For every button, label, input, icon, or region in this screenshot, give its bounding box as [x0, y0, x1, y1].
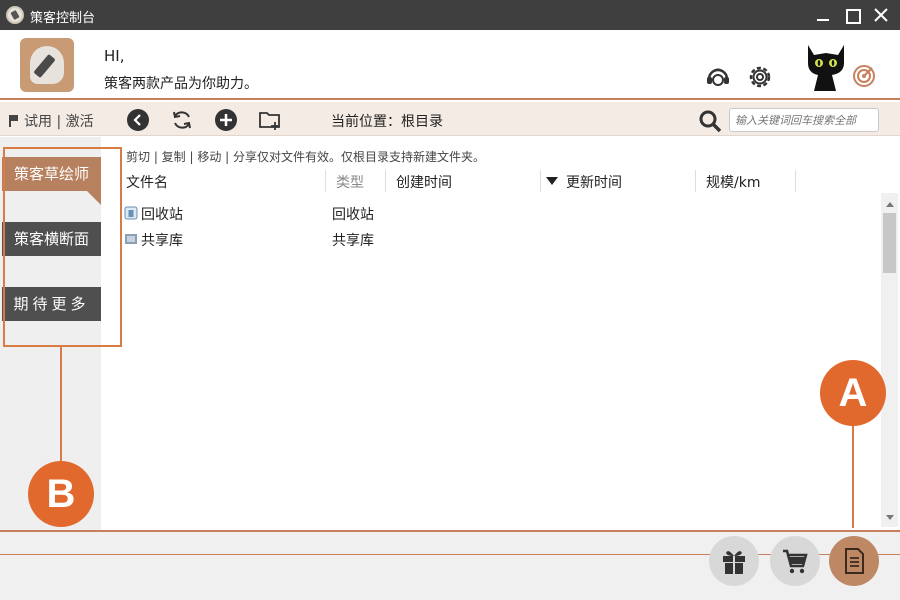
sort-desc-icon	[546, 177, 558, 185]
operation-hint: 剪切 | 复制 | 移动 | 分享仅对文件有效。仅根目录支持新建文件夹。	[126, 150, 486, 164]
back-icon[interactable]	[126, 108, 150, 132]
document-icon	[845, 548, 864, 574]
minimize-button[interactable]	[811, 3, 835, 27]
column-divider[interactable]	[325, 170, 326, 192]
callout-badge-a: A	[820, 360, 886, 426]
toolbar: 试用 | 激活 当前位置：根目录	[0, 102, 900, 136]
current-location: 当前位置：根目录	[331, 114, 443, 130]
file-type: 共享库	[332, 233, 374, 249]
product-avatar	[20, 38, 74, 92]
app-logo-icon	[6, 6, 24, 24]
column-header-created[interactable]: 创建时间	[396, 172, 452, 192]
column-header-name[interactable]: 文件名	[126, 172, 168, 192]
column-divider[interactable]	[795, 170, 796, 192]
search-icon[interactable]	[698, 109, 722, 133]
greeting-subtitle: 策客两款产品为你助力。	[104, 76, 258, 92]
close-button[interactable]	[869, 3, 893, 27]
scroll-thumb[interactable]	[883, 213, 896, 273]
maximize-button[interactable]	[840, 3, 864, 27]
column-header-type[interactable]: 类型	[336, 172, 364, 192]
refresh-icon[interactable]	[170, 108, 194, 132]
file-name: 回收站	[141, 207, 183, 223]
greeting-title: HI,	[104, 47, 125, 65]
column-divider[interactable]	[540, 170, 541, 192]
document-button[interactable]	[829, 536, 879, 586]
window-title: 策客控制台	[30, 11, 96, 26]
scroll-up-icon[interactable]	[886, 202, 894, 207]
shared-library-icon	[125, 234, 137, 244]
sidebar-highlight-frame	[3, 147, 122, 347]
black-cat-mascot-icon	[808, 45, 844, 91]
gift-button[interactable]	[709, 536, 759, 586]
cart-icon	[783, 549, 808, 574]
file-type: 回收站	[332, 207, 374, 223]
file-list-panel	[101, 137, 900, 530]
column-header-updated[interactable]: 更新时间	[546, 172, 622, 192]
table-row[interactable]: 回收站 回收站	[124, 202, 864, 224]
flag-icon	[8, 115, 19, 127]
gift-icon	[723, 551, 745, 574]
callout-badge-b: B	[28, 461, 94, 527]
customer-support-icon[interactable]	[704, 63, 732, 91]
column-divider[interactable]	[385, 170, 386, 192]
recycle-bin-icon	[124, 206, 138, 220]
gear-icon[interactable]	[746, 63, 774, 91]
title-bar: 策客控制台	[0, 0, 900, 30]
add-icon[interactable]	[214, 108, 238, 132]
column-divider[interactable]	[695, 170, 696, 192]
search-input[interactable]	[729, 108, 879, 132]
footer-divider	[0, 554, 900, 555]
callout-line-a	[852, 424, 854, 528]
column-header-size[interactable]: 规模/km	[706, 172, 760, 192]
trial-activate-link[interactable]: 试用 | 激活	[8, 111, 94, 131]
vertical-scrollbar[interactable]	[881, 193, 898, 527]
file-name: 共享库	[141, 233, 183, 249]
callout-line-b	[60, 347, 62, 467]
table-row[interactable]: 共享库 共享库	[124, 228, 864, 250]
scroll-down-icon[interactable]	[886, 515, 894, 520]
shopping-cart-button[interactable]	[770, 536, 820, 586]
new-folder-icon[interactable]	[258, 108, 282, 132]
target-icon[interactable]	[852, 64, 876, 88]
footer-bar	[0, 530, 900, 600]
